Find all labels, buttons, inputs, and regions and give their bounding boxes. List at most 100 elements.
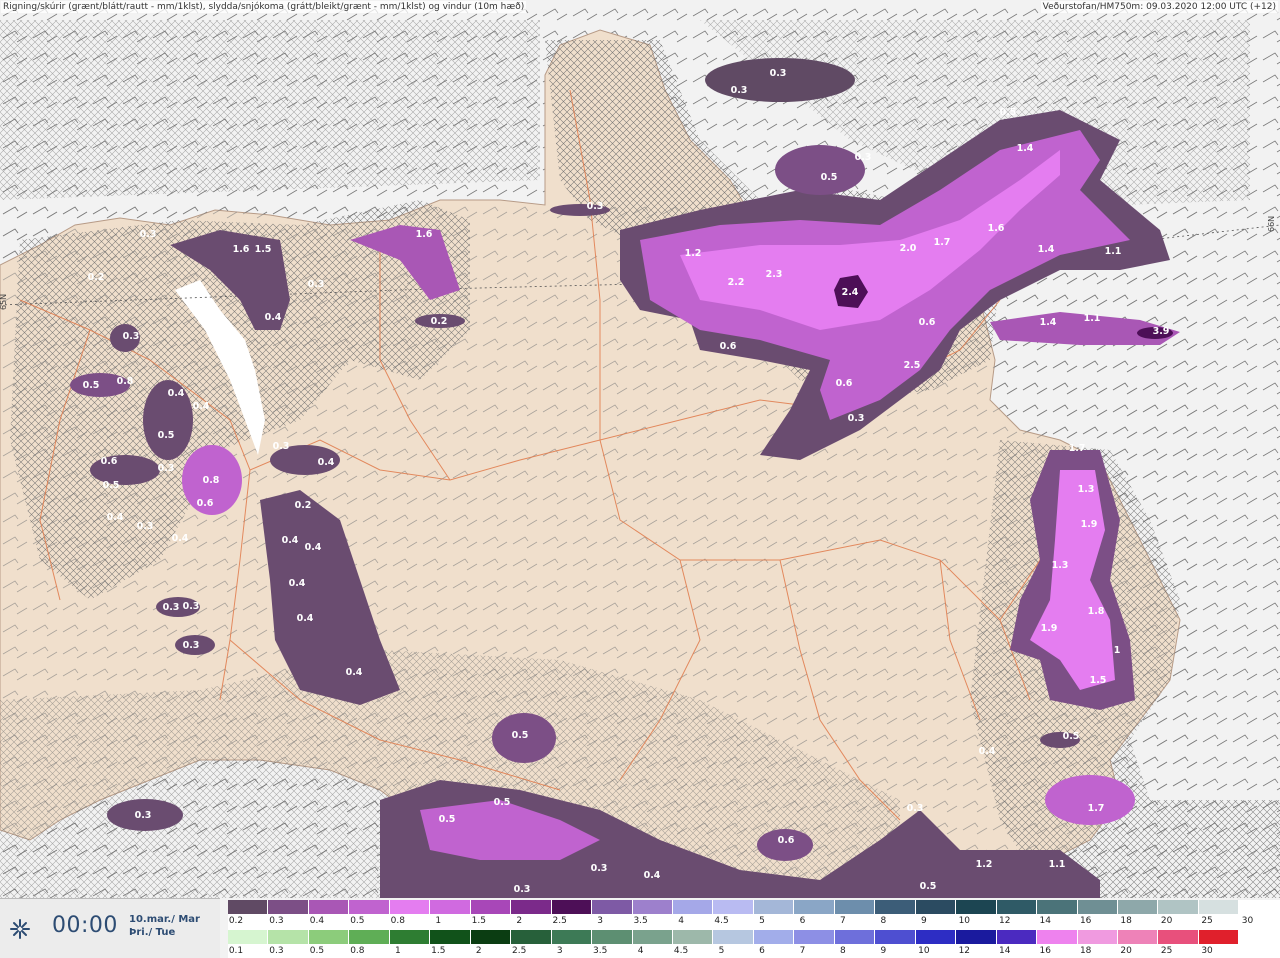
precip-value-label: 1.1	[1084, 313, 1101, 324]
precip-value-label: 0.5	[920, 881, 937, 892]
snow-legend-swatch	[915, 900, 957, 914]
precip-value-label: 1.5	[1090, 675, 1107, 686]
rain-legend-label: 10	[918, 946, 930, 956]
precip-value-label: 0.6	[197, 498, 214, 509]
precip-value-label: 0.5	[494, 797, 511, 808]
snow-legend-swatch	[1117, 900, 1159, 914]
snow-legend-swatch	[672, 900, 714, 914]
rain-legend-label: 4	[637, 946, 644, 956]
rain-legend-label: 25	[1160, 946, 1173, 956]
precip-value-label: 0.4	[644, 870, 661, 881]
precip-value-label: 0.2	[88, 272, 105, 283]
rain-legend-label: 12	[958, 946, 971, 956]
precip-value-label: 1.4	[1038, 244, 1055, 255]
precip-value-label: 0.4	[193, 401, 210, 412]
precip-value-label: 1.2	[685, 248, 702, 259]
snow-legend-label: 1	[435, 916, 442, 926]
precip-value-label: 0.4	[318, 457, 335, 468]
snow-legend-label: 18	[1120, 916, 1132, 926]
snow-legend-swatch	[753, 900, 795, 914]
precip-value-label: 1.1	[1049, 859, 1066, 870]
precip-value-label: 2.0	[900, 243, 917, 254]
precip-value-label: 0.3	[137, 521, 154, 532]
rain-legend-swatch	[430, 930, 471, 944]
rain-legend-swatch	[1117, 930, 1159, 944]
precip-value-label: 0.3	[907, 803, 924, 814]
precip-value-label: 1.6	[416, 229, 433, 240]
rain-legend-label: 8	[840, 946, 846, 956]
precip-value-label: 1.9	[1041, 623, 1058, 634]
precip-value-label: 1.9	[1081, 519, 1098, 530]
rain-legend-swatch	[753, 930, 795, 944]
precip-value-label: 1.4	[1040, 317, 1057, 328]
rain-legend-label: 14	[999, 946, 1011, 956]
precip-value-label: 1.8	[1088, 606, 1105, 617]
snow-legend-swatch	[834, 900, 876, 914]
precip-value-label: 0.5	[512, 730, 529, 741]
color-legend: 0.2 0.3 0.4 0.5 0.8 1 1.5 2 2.5 3 3.5 4 4.5 5 6 7 8 9 10 12…	[228, 900, 1280, 958]
precip-value-label: 1.2	[976, 859, 993, 870]
snow-legend-label: 30	[1241, 916, 1254, 926]
precip-value-label: 1.1	[1105, 246, 1122, 257]
snow-legend-label: 8	[880, 916, 887, 926]
precip-value-label: 0.3	[514, 884, 531, 895]
precip-value-label: 0.3	[731, 85, 748, 96]
precip-value-label: 0.3	[855, 152, 872, 163]
rain-legend-label: 30	[1201, 946, 1213, 956]
precip-value-label: 0.3	[591, 863, 608, 874]
precip-value-label: 0.5	[1063, 731, 1080, 742]
snow-legend-label: 6	[799, 916, 806, 926]
precip-blob-north-small	[775, 145, 865, 195]
precip-value-label: 0.5	[103, 480, 120, 491]
snow-legend-label: 3.5	[633, 916, 648, 926]
rain-legend-swatch	[713, 930, 754, 944]
snow-legend-label: 0.8	[390, 916, 406, 926]
snow-legend-label: 25	[1201, 916, 1213, 926]
latitude-label-east: 66N	[1267, 216, 1276, 232]
rain-legend-swatch	[1037, 930, 1078, 944]
rain-legend-swatch	[1198, 930, 1240, 944]
rain-legend-label: 3.5	[592, 946, 608, 956]
snow-legend-swatch	[511, 900, 552, 914]
rain-legend-swatch	[389, 930, 431, 944]
snow-legend-swatch	[228, 900, 269, 914]
hatch-region-top	[0, 20, 540, 200]
snow-legend-swatch	[875, 900, 916, 914]
rain-legend-label: 1	[394, 946, 401, 956]
snow-legend-label: 4	[678, 916, 684, 926]
rain-legend-label: 0.8	[350, 946, 365, 956]
snow-legend-swatch	[996, 900, 1038, 914]
rain-legend-label: 3	[556, 946, 563, 956]
precip-value-label: 2.2	[728, 277, 745, 288]
snow-legend-swatch	[592, 900, 633, 914]
precip-value-label: 0.3	[183, 640, 200, 651]
rain-legend-swatch	[308, 930, 350, 944]
play-button[interactable]	[8, 917, 32, 941]
precip-value-label: 0.6	[836, 378, 853, 389]
snow-legend-label: 0.4	[309, 916, 325, 926]
precip-value-label: 0.3	[123, 331, 140, 342]
snow-legend-swatch	[470, 900, 512, 914]
snow-legend-swatch	[308, 900, 350, 914]
precip-value-label: 0.4	[265, 312, 282, 323]
snow-legend-label: 9	[920, 916, 927, 926]
rain-legend-label: 5	[718, 946, 725, 956]
precip-value-label: 0.5	[821, 172, 838, 183]
latitude-label-west: 65N	[0, 294, 8, 310]
snow-legend-swatch	[956, 900, 997, 914]
snow-legend-swatch	[389, 900, 431, 914]
precip-value-label: 1.5	[255, 244, 272, 255]
rain-legend-swatch	[672, 930, 714, 944]
precip-blob-south-east	[1045, 775, 1135, 825]
precip-value-label: 0.4	[979, 746, 996, 757]
precip-value-label: 0.8	[117, 376, 134, 387]
precip-value-label: 0.5	[158, 430, 175, 441]
precip-value-label: 1.4	[1017, 143, 1034, 154]
time-panel: 00:00 10.mar./ Mar Þri./ Tue	[0, 898, 220, 958]
precip-value-label: 0.3	[183, 601, 200, 612]
rain-legend-label: 6	[759, 946, 765, 956]
rain-legend-label: 20	[1120, 946, 1132, 956]
precip-value-label: 0.4	[289, 578, 306, 589]
snow-legend-swatch	[349, 900, 390, 914]
rain-legend-label: 18	[1079, 946, 1092, 956]
